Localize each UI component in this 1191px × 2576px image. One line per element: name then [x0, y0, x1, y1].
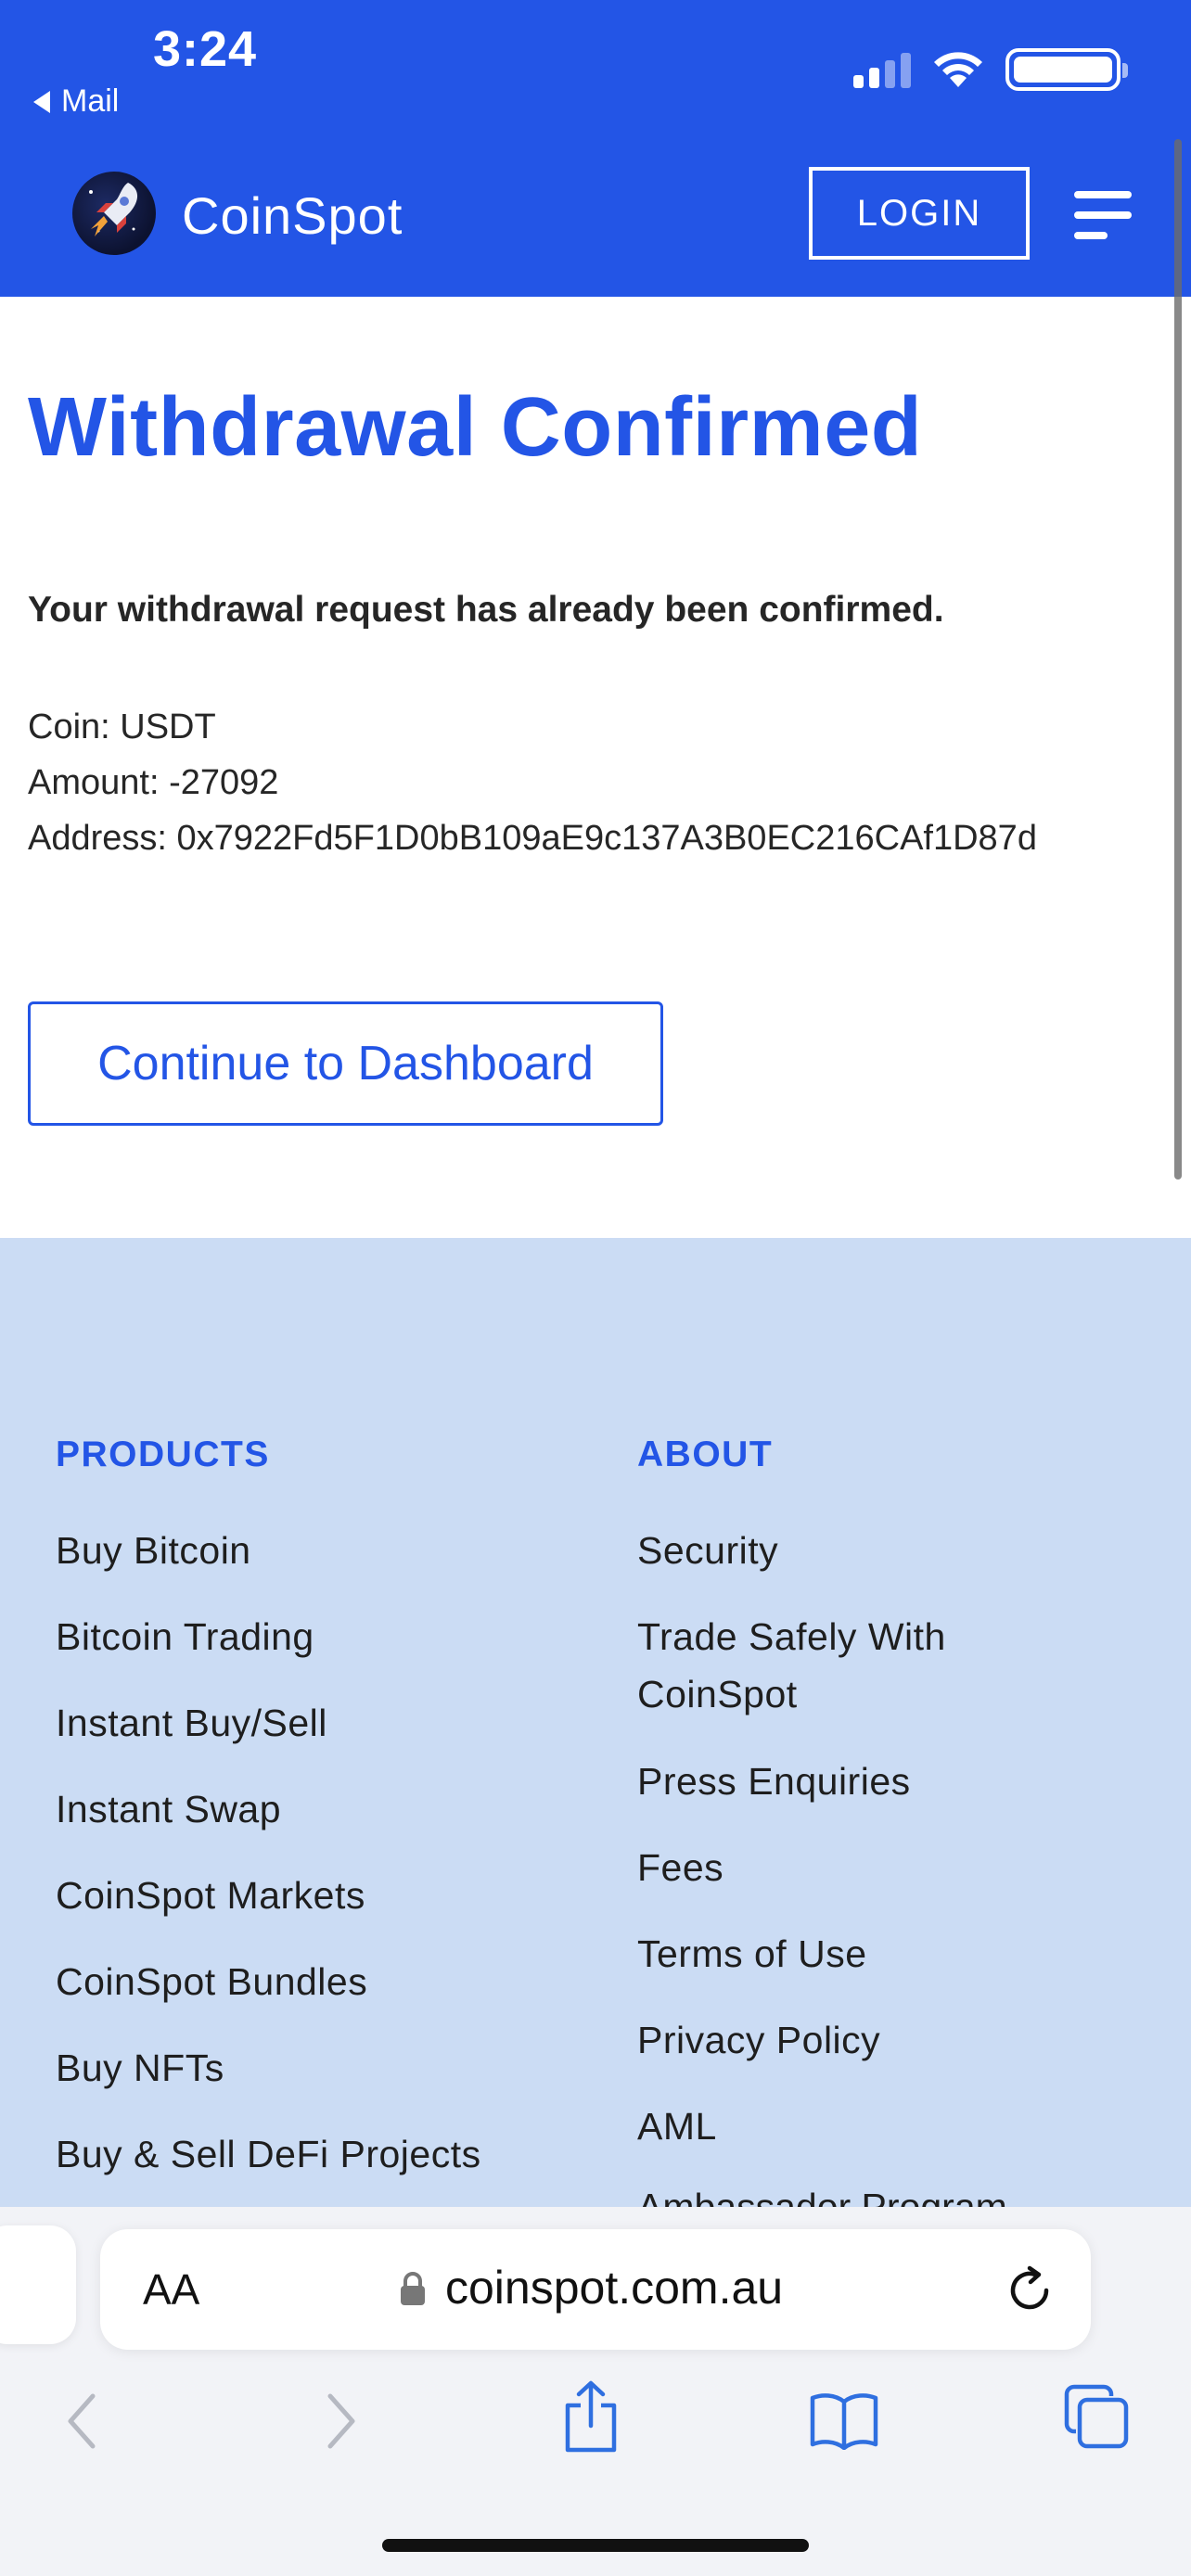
menu-icon[interactable] — [1074, 191, 1132, 241]
tabs-icon[interactable] — [1063, 2383, 1130, 2450]
footer-link-trade-safely[interactable]: Trade Safely With CoinSpot — [637, 1608, 1064, 1723]
lock-icon — [401, 2272, 425, 2305]
url-text: coinspot.com.au — [445, 2262, 784, 2314]
amount-detail: Amount: -27092 — [28, 763, 279, 802]
page-title: Withdrawal Confirmed — [28, 381, 923, 474]
battery-icon — [1005, 48, 1128, 91]
status-indicators — [853, 48, 1128, 91]
confirmation-notice: Your withdrawal request has already been… — [28, 590, 944, 630]
address-bar[interactable]: AA coinspot.com.au — [100, 2229, 1091, 2350]
status-time: 3:24 — [153, 21, 258, 77]
coin-detail: Coin: USDT — [28, 708, 216, 746]
brand-name[interactable]: CoinSpot — [182, 185, 403, 246]
reader-options-button[interactable]: AA — [143, 2264, 199, 2315]
forward-arrow-icon[interactable] — [317, 2389, 364, 2454]
wifi-icon — [934, 52, 982, 87]
previous-tab-preview[interactable] — [0, 2225, 76, 2344]
footer-link-press-enquiries[interactable]: Press Enquiries — [637, 1753, 911, 1810]
app-header: 3:24 Mail CoinSpot LOGIN — [0, 0, 1191, 297]
login-button[interactable]: LOGIN — [809, 167, 1030, 260]
footer-link-coinspot-bundles[interactable]: CoinSpot Bundles — [56, 1953, 367, 2010]
coinspot-logo-icon[interactable] — [72, 172, 156, 255]
browser-toolbar: AA coinspot.com.au — [0, 2207, 1191, 2576]
home-indicator[interactable] — [382, 2539, 809, 2552]
footer-link-partially-hidden[interactable]: Ambassador Program — [637, 2186, 1157, 2207]
footer-link-privacy-policy[interactable]: Privacy Policy — [637, 2011, 880, 2069]
reload-icon[interactable] — [1002, 2263, 1057, 2318]
footer-link-buy-sell-defi[interactable]: Buy & Sell DeFi Projects — [56, 2125, 481, 2183]
footer-link-coinspot-markets[interactable]: CoinSpot Markets — [56, 1867, 365, 1924]
back-triangle-icon — [33, 90, 50, 113]
footer-link-buy-nfts[interactable]: Buy NFTs — [56, 2039, 224, 2097]
back-to-mail-label: Mail — [61, 83, 120, 119]
withdrawal-details: Coin: USDT Amount: -27092 Address: 0x792… — [28, 699, 1037, 866]
cellular-signal-icon — [853, 51, 911, 88]
footer-link-fees[interactable]: Fees — [637, 1839, 724, 1896]
back-arrow-icon[interactable] — [59, 2389, 106, 2454]
footer-link-security[interactable]: Security — [637, 1522, 778, 1579]
footer-link-instant-swap[interactable]: Instant Swap — [56, 1780, 281, 1838]
about-heading: ABOUT — [637, 1435, 774, 1474]
site-footer: PRODUCTS Buy Bitcoin Bitcoin Trading Ins… — [0, 1238, 1191, 2207]
bookmarks-icon[interactable] — [809, 2391, 879, 2450]
footer-link-bitcoin-trading[interactable]: Bitcoin Trading — [56, 1608, 314, 1665]
share-icon[interactable] — [560, 2379, 621, 2455]
address-detail: Address: 0x7922Fd5F1D0bB109aE9c137A3B0EC… — [28, 819, 1037, 858]
products-heading: PRODUCTS — [56, 1435, 270, 1474]
footer-link-buy-bitcoin[interactable]: Buy Bitcoin — [56, 1522, 251, 1579]
footer-link-aml[interactable]: AML — [637, 2098, 717, 2155]
page-scrollbar[interactable] — [1174, 139, 1182, 1180]
footer-link-instant-buy-sell[interactable]: Instant Buy/Sell — [56, 1694, 327, 1752]
continue-to-dashboard-button[interactable]: Continue to Dashboard — [28, 1001, 663, 1126]
back-to-mail[interactable]: Mail — [33, 83, 119, 120]
footer-link-terms-of-use[interactable]: Terms of Use — [637, 1925, 867, 1983]
